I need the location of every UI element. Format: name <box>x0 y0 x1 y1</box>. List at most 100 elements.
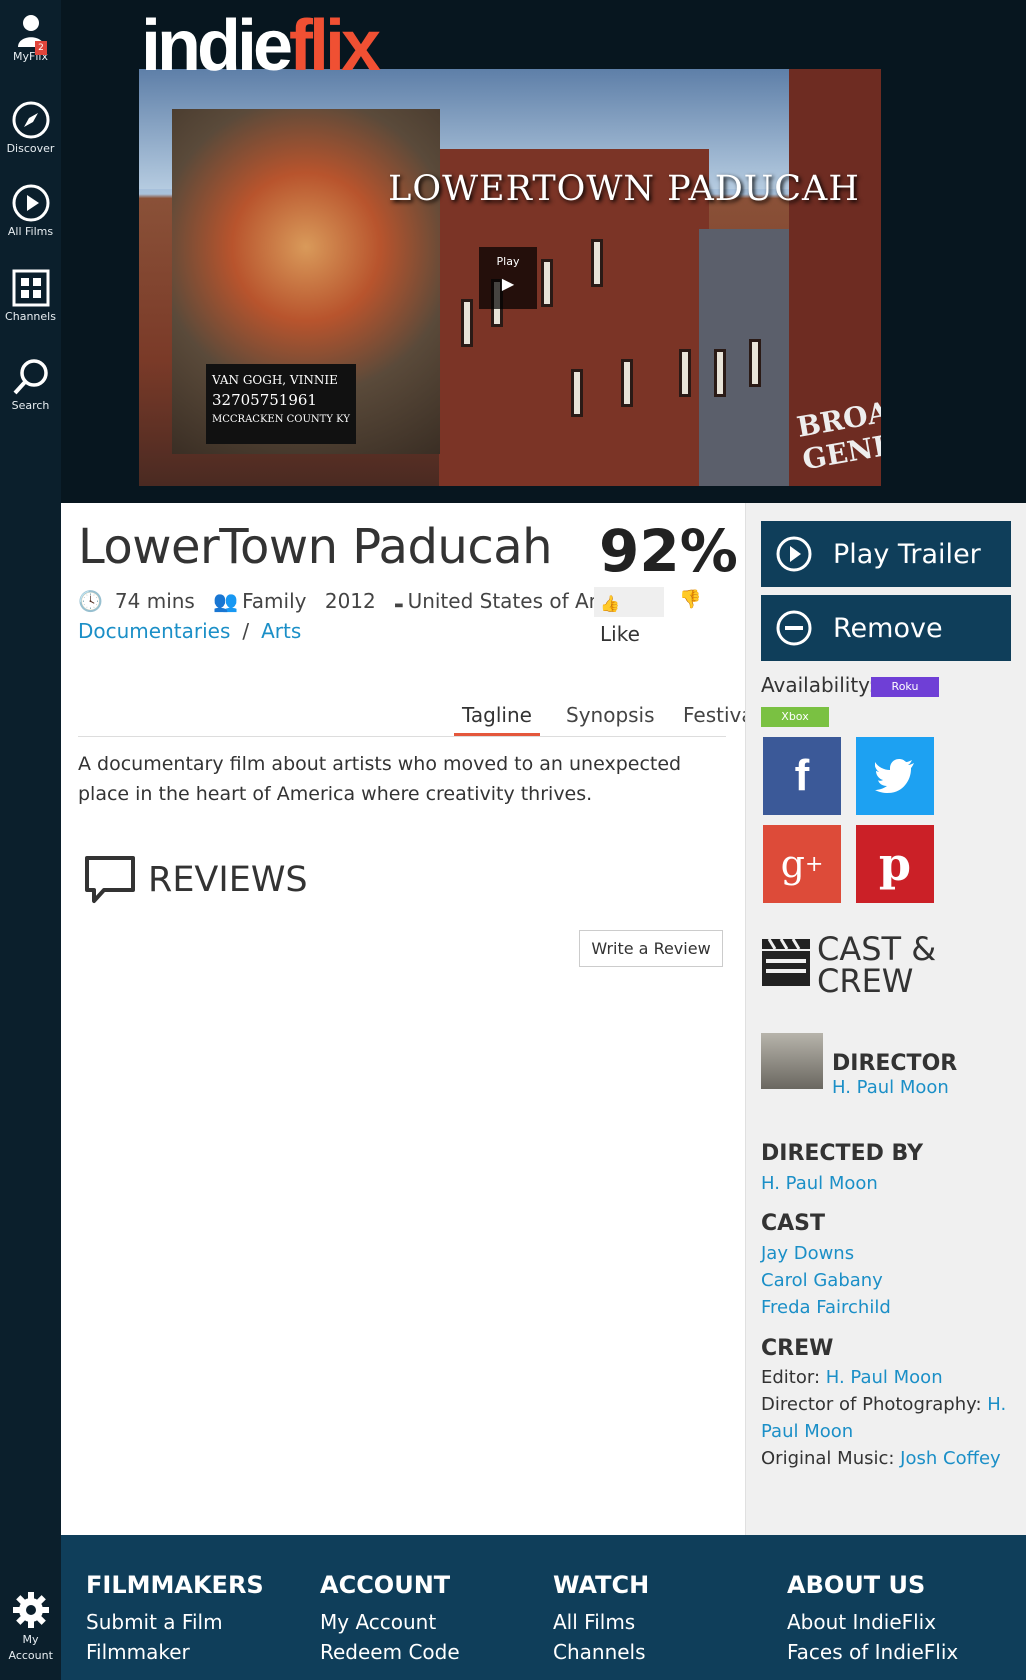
nav-channels-label: Channels <box>5 310 56 323</box>
reviews-heading-text: REVIEWS <box>148 860 308 900</box>
footer-col-watch: WATCH All Films Channels <box>553 1571 649 1667</box>
notification-badge: 2 <box>35 41 47 55</box>
film-score: 92% <box>599 517 738 585</box>
platform-xbox[interactable]: Xbox <box>761 707 829 727</box>
nav-myflix[interactable]: 2 MyFlix <box>0 14 61 63</box>
footer-link[interactable]: All Films <box>553 1607 649 1637</box>
search-icon <box>13 359 48 395</box>
cast-member-link[interactable]: Freda Fairchild <box>761 1297 891 1318</box>
film-year: 2012 <box>324 589 376 613</box>
play-trailer-button[interactable]: Play Trailer <box>761 521 1011 587</box>
info-tabs: Tagline Synopsis Festivals <box>78 695 770 737</box>
crew-item: Director of Photography: H. Paul Moon <box>761 1391 1011 1445</box>
genre-separator: / <box>242 619 250 643</box>
footer-link[interactable]: Redeem Code <box>320 1637 460 1667</box>
footer-link[interactable]: My Account <box>320 1607 460 1637</box>
reviews-heading: REVIEWS <box>84 855 308 905</box>
speech-bubble-icon <box>85 856 135 903</box>
footer-link[interactable]: Faces of IndieFlix <box>787 1637 958 1667</box>
film-meta: 🕓 74 mins 👥 Family 2012 ▬ United States of … <box>78 589 658 613</box>
footer-link[interactable]: Channels <box>553 1637 649 1667</box>
cast-heading: CAST <box>761 1211 826 1236</box>
tab-synopsis[interactable]: Synopsis <box>558 695 663 733</box>
logo-part-flix: flix <box>289 6 381 86</box>
footer-col-filmmakers: FILMMAKERS Submit a Film Filmmaker <box>86 1571 264 1667</box>
right-sidebar: Play Trailer Remove Availability: Roku X… <box>745 503 1026 1535</box>
play-circle-icon <box>12 184 49 222</box>
director-photo <box>761 1033 823 1089</box>
play-button[interactable]: Play ▶ <box>479 247 537 309</box>
thumbs-down-icon[interactable]: 👎 <box>679 589 701 610</box>
footer-heading: ACCOUNT <box>320 1571 451 1599</box>
crew-item: Original Music: Josh Coffey <box>761 1445 1011 1472</box>
site-footer: FILMMAKERS Submit a Film Filmmaker ACCOU… <box>61 1535 1026 1680</box>
van-gogh-portrait: VAN GOGH, VINNIE 32705751961 MCCRACKEN C… <box>172 109 440 454</box>
facebook-icon[interactable]: f <box>763 737 841 815</box>
cast-member-link[interactable]: Jay Downs <box>761 1243 854 1264</box>
compass-icon <box>12 101 49 139</box>
mugshot-plaque: VAN GOGH, VINNIE 32705751961 MCCRACKEN C… <box>206 364 356 444</box>
nav-all-films[interactable]: All Films <box>0 183 61 238</box>
crew-role: Original Music: <box>761 1448 895 1469</box>
clock-icon: 🕓 <box>78 589 103 613</box>
pinterest-icon[interactable]: p <box>856 825 934 903</box>
minus-circle-icon <box>776 610 812 646</box>
twitter-icon[interactable] <box>856 737 934 815</box>
like-button[interactable]: 👍 Like <box>594 587 664 646</box>
logo-part-indie: indie <box>141 6 293 86</box>
left-sidebar: 2 MyFlix Discover All Films Channels Sea… <box>0 0 61 1680</box>
nav-account-label: My Account <box>8 1633 53 1662</box>
remove-button[interactable]: Remove <box>761 595 1011 661</box>
genre-link-documentaries[interactable]: Documentaries <box>78 619 230 643</box>
nav-search[interactable]: Search <box>0 357 61 412</box>
gear-icon <box>12 1592 49 1628</box>
crew-name-link[interactable]: Josh Coffey <box>900 1448 1001 1469</box>
availability-label: Availability: <box>761 673 876 697</box>
plaque-line-2: 32705751961 <box>212 391 317 409</box>
footer-link[interactable]: About IndieFlix <box>787 1607 958 1637</box>
crew-name-link[interactable]: H. Paul Moon <box>826 1367 943 1388</box>
film-title: LowerTown Paducah <box>78 519 553 575</box>
platform-roku[interactable]: Roku <box>871 677 939 697</box>
genre-link-arts[interactable]: Arts <box>261 619 301 643</box>
play-trailer-label: Play Trailer <box>833 538 981 570</box>
director-name-link[interactable]: H. Paul Moon <box>832 1077 949 1098</box>
google-plus-icon[interactable]: g + <box>763 825 841 903</box>
footer-col-account: ACCOUNT My Account Redeem Code <box>320 1571 460 1667</box>
plaque-line-3: MCCRACKEN COUNTY KY <box>212 414 350 425</box>
director-role: DIRECTOR <box>832 1051 958 1076</box>
directed-by-link[interactable]: H. Paul Moon <box>761 1173 878 1194</box>
cast-member-link[interactable]: Carol Gabany <box>761 1270 883 1291</box>
us-flag-icon: ▬ <box>394 600 404 611</box>
footer-heading: ABOUT US <box>787 1571 926 1599</box>
footer-heading: FILMMAKERS <box>86 1571 264 1599</box>
crew-role: Director of Photography: <box>761 1394 982 1415</box>
poster-title: LOWERTOWN PADUCAH <box>388 169 860 209</box>
film-rating: Family <box>242 589 307 613</box>
footer-link[interactable]: Submit a Film <box>86 1607 264 1637</box>
nav-all-films-label: All Films <box>7 225 54 238</box>
remove-label: Remove <box>833 612 943 644</box>
film-poster: VAN GOGH, VINNIE 32705751961 MCCRACKEN C… <box>139 69 881 486</box>
play-circle-icon <box>776 536 812 572</box>
nav-discover-label: Discover <box>6 142 55 155</box>
crew-heading: CREW <box>761 1336 834 1361</box>
write-review-button[interactable]: Write a Review <box>579 930 723 967</box>
thumbs-up-icon: 👍 <box>600 594 620 613</box>
play-label: Play <box>496 255 520 268</box>
plaque-line-1: VAN GOGH, VINNIE <box>212 373 338 387</box>
film-duration: 74 mins <box>114 589 195 613</box>
indieflix-logo[interactable]: indieflix <box>141 4 381 88</box>
cast-crew-heading: CAST & CREW <box>761 933 1011 997</box>
nav-channels[interactable]: Channels <box>0 268 61 323</box>
tab-tagline[interactable]: Tagline <box>454 695 540 736</box>
audience-icon: 👥 <box>213 589 239 613</box>
nav-search-label: Search <box>11 399 50 412</box>
footer-col-about: ABOUT US About IndieFlix Faces of IndieF… <box>787 1571 958 1667</box>
grid-icon <box>12 269 49 307</box>
tagline-text: A documentary film about artists who mov… <box>78 753 682 805</box>
like-label: Like <box>600 622 640 646</box>
nav-account[interactable]: My Account <box>0 1590 61 1664</box>
footer-link[interactable]: Filmmaker <box>86 1637 264 1667</box>
nav-discover[interactable]: Discover <box>0 100 61 155</box>
